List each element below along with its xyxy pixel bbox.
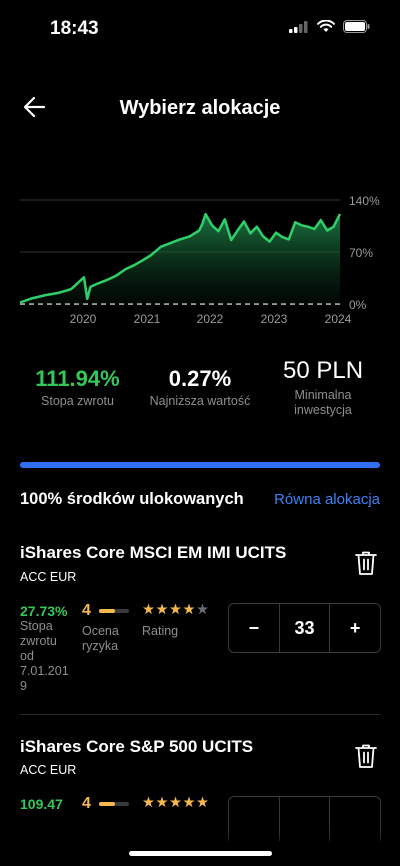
fund-sub: ACC EUR xyxy=(20,763,77,777)
allocation-progress xyxy=(20,462,380,468)
x-tick: 2022 xyxy=(197,312,224,326)
x-tick: 2020 xyxy=(70,312,97,326)
star-icon: ★ xyxy=(196,602,210,618)
risk-bar xyxy=(98,609,129,613)
quantity-stepper[interactable]: − 33 + xyxy=(228,603,381,653)
star-icon: ★ xyxy=(182,795,196,811)
lowest-value: 0.27% xyxy=(168,366,232,391)
fund-rating-label: Rating xyxy=(142,624,179,638)
allocation-title: 100% środków ulokowanych xyxy=(20,490,244,508)
star-icon: ★ xyxy=(169,795,183,811)
star-icon: ★ xyxy=(196,795,210,811)
fund-risk-label-2: ryzyka xyxy=(82,639,119,653)
battery-icon xyxy=(343,20,370,33)
fund-risk: 4 xyxy=(82,795,142,813)
fund-return-label-4: 7.01.201 xyxy=(20,664,69,678)
fund-name: iShares Core S&P 500 UCITS xyxy=(20,737,254,756)
fund-return-label-1: Stopa xyxy=(20,619,53,633)
star-icon: ★ xyxy=(155,602,169,618)
y-tick-mid: 70% xyxy=(349,246,373,260)
stat-return: 111.94% Stopa zwrotu xyxy=(20,366,135,409)
risk-bar-fill xyxy=(98,609,116,613)
return-value: 111.94% xyxy=(35,366,120,391)
star-icon: ★ xyxy=(169,602,183,618)
wifi-icon xyxy=(317,20,335,32)
fund-return: 109.47 xyxy=(20,796,75,812)
return-label: Stopa zwrotu xyxy=(41,394,114,408)
fund-return-value: 27.73% xyxy=(20,603,68,619)
fund-return-label-5: 9 xyxy=(20,679,27,693)
trash-icon[interactable] xyxy=(354,743,378,769)
allocation-progress-fill xyxy=(20,462,380,468)
rating-stars: ★★★★★ xyxy=(142,795,222,811)
fund-sub: ACC EUR xyxy=(20,570,77,584)
increment-button[interactable]: + xyxy=(330,604,380,652)
bottom-fade xyxy=(0,830,400,866)
min-investment-value: 50 PLN xyxy=(282,357,364,384)
fund-rating: ★★★★★ Rating xyxy=(142,602,222,639)
performance-chart: 140% 70% 0% 2020 2021 2022 2023 2024 xyxy=(19,194,380,326)
fund-return-label-3: od xyxy=(20,649,34,663)
decrement-button[interactable]: − xyxy=(229,604,279,652)
fund-name: iShares Core MSCI EM IMI UCITS xyxy=(20,543,287,562)
star-icon: ★ xyxy=(182,602,196,618)
y-tick-bottom: 0% xyxy=(349,298,367,312)
fund-rating: ★★★★★ xyxy=(142,795,222,811)
status-time: 18:43 xyxy=(50,18,99,39)
star-icon: ★ xyxy=(155,795,169,811)
signal-icon xyxy=(289,20,308,33)
star-icon: ★ xyxy=(142,795,156,811)
fund-risk-value: 4 xyxy=(82,795,91,812)
home-indicator[interactable] xyxy=(129,851,272,856)
equal-allocation-link[interactable]: Równa alokacja xyxy=(274,491,380,508)
stat-min-investment: 50 PLN Minimalna inwestycja xyxy=(268,357,378,418)
star-icon: ★ xyxy=(142,602,156,618)
x-tick: 2021 xyxy=(134,312,161,326)
status-icons xyxy=(289,20,370,33)
fund-return: 27.73% Stopa zwrotu od 7.01.201 9 xyxy=(20,603,75,694)
fund-return-label-2: zwrotu xyxy=(20,634,57,648)
divider xyxy=(20,714,380,715)
y-tick-top: 140% xyxy=(349,194,380,208)
risk-bar-fill xyxy=(98,802,116,806)
quantity-value[interactable]: 33 xyxy=(278,604,331,652)
rating-stars: ★★★★★ xyxy=(142,602,222,618)
risk-bar xyxy=(98,802,129,806)
fund-risk-value: 4 xyxy=(82,602,91,619)
x-tick: 2023 xyxy=(261,312,288,326)
trash-icon[interactable] xyxy=(354,550,378,576)
x-tick: 2024 xyxy=(325,312,352,326)
fund-risk: 4 Ocena ryzyka xyxy=(82,602,142,654)
stat-lowest: 0.27% Najniższa wartość xyxy=(140,366,260,409)
min-investment-label-1: Minimalna xyxy=(294,388,352,402)
min-investment-label-2: inwestycja xyxy=(294,403,352,417)
fund-risk-label-1: Ocena xyxy=(82,624,119,638)
fund-return-value: 109.47 xyxy=(20,796,63,812)
page-title: Wybierz alokacje xyxy=(119,97,281,119)
lowest-label: Najniższa wartość xyxy=(149,394,251,408)
